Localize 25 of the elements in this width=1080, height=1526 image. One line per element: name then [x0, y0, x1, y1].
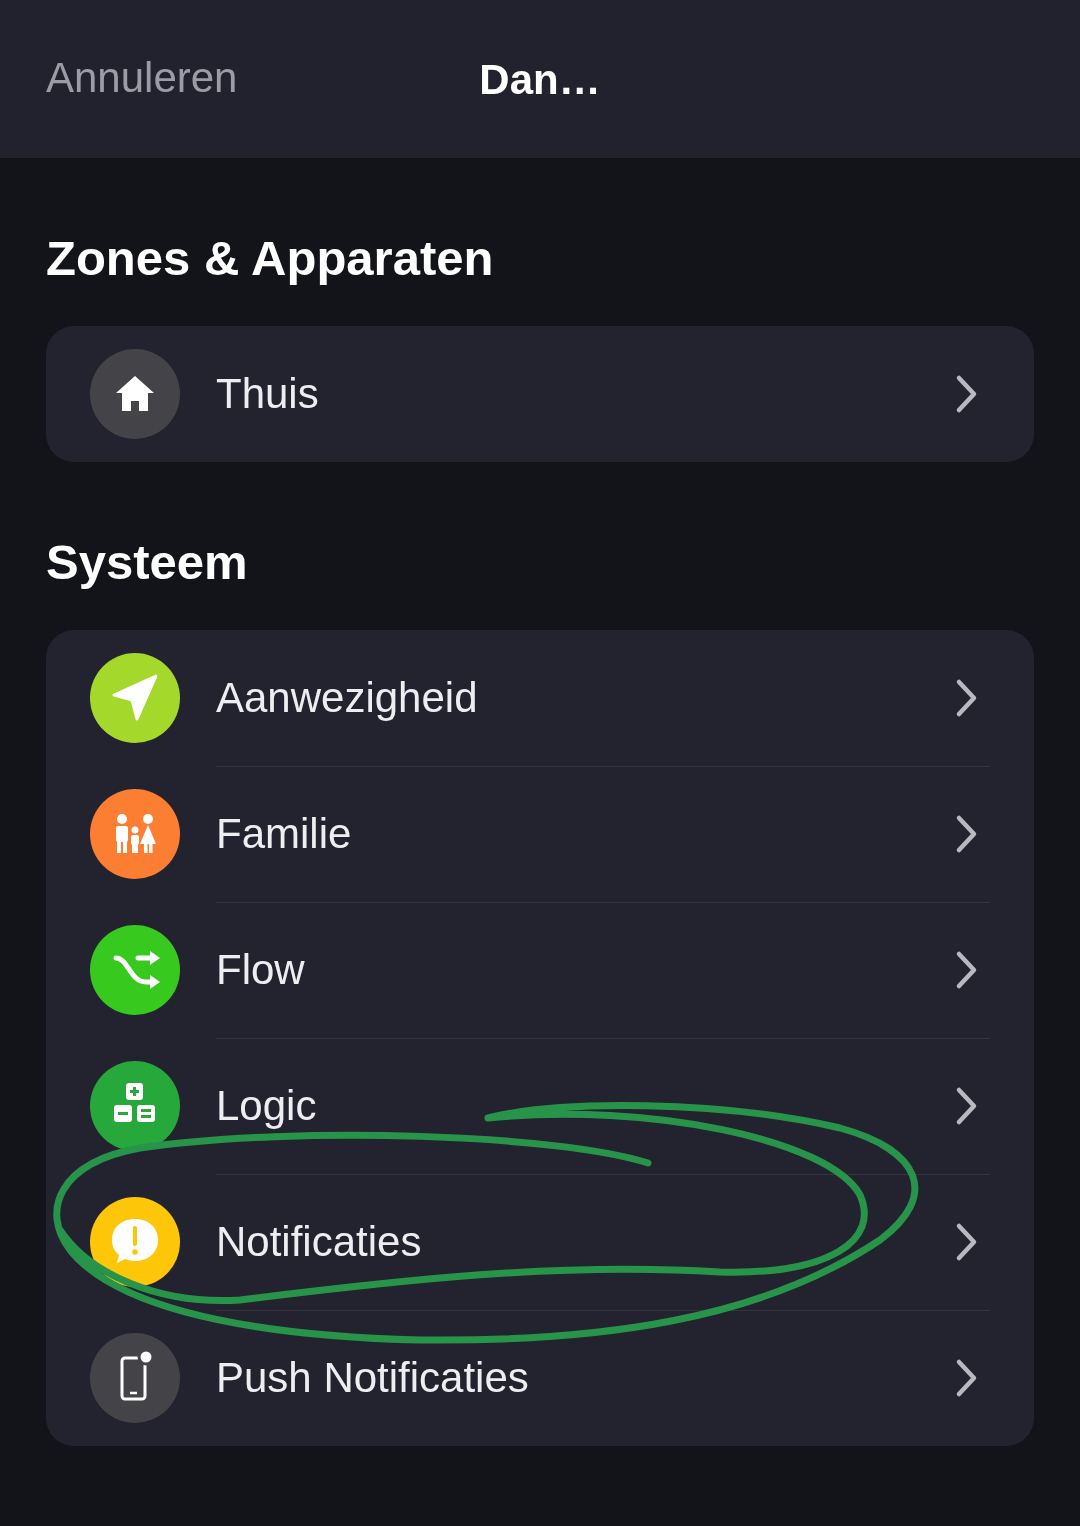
- row-label: Aanwezigheid: [216, 674, 479, 722]
- list-row[interactable]: Familie: [46, 766, 1034, 902]
- family-icon: [116, 814, 156, 853]
- list-row[interactable]: Push Notificaties: [46, 1310, 1034, 1446]
- shuffle-icon: [113, 951, 160, 989]
- row-label: Flow: [216, 946, 306, 994]
- row-label: Push Notificaties: [216, 1354, 530, 1402]
- alert-bubble-icon: [112, 1219, 158, 1263]
- section-heading: Zones & Apparaten: [45, 230, 495, 287]
- phone-icon: [120, 1348, 155, 1401]
- list-row[interactable]: Thuis: [46, 326, 1034, 462]
- list-row[interactable]: Logic: [46, 1038, 1034, 1174]
- row-label: Notificaties: [216, 1218, 423, 1266]
- row-label: Familie: [216, 810, 353, 858]
- row-label: Thuis: [216, 370, 320, 418]
- location-arrow-icon: [112, 674, 158, 721]
- house-icon: [116, 376, 154, 411]
- section-heading: Systeem: [45, 534, 249, 591]
- list-row[interactable]: Flow: [46, 902, 1034, 1038]
- list-row[interactable]: Notificaties: [46, 1174, 1034, 1310]
- list-row[interactable]: Aanwezigheid: [46, 630, 1034, 766]
- cancel-button[interactable]: Annuleren: [46, 54, 238, 102]
- screen-title: Dan…: [479, 56, 601, 103]
- row-label: Logic: [216, 1082, 318, 1130]
- calculator-icon: [114, 1083, 155, 1122]
